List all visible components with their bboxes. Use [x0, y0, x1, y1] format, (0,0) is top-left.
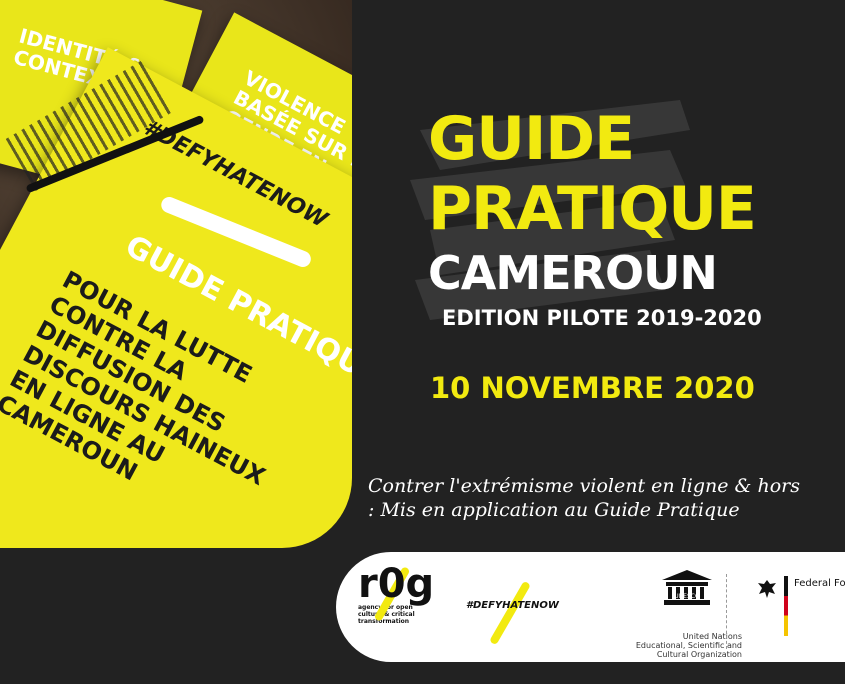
- partner-logos-strip: r0g agency for open culture & critical t…: [336, 552, 845, 662]
- edition-label: EDITION PILOTE 2019-2020: [442, 306, 762, 330]
- divider: [726, 574, 728, 649]
- headline-cameroun: CAMEROUN: [428, 246, 718, 300]
- r0g-logo: r0g agency for open culture & critical t…: [358, 561, 435, 625]
- headline-guide: GUIDE: [428, 104, 635, 174]
- svg-text:UNESCO: UNESCO: [674, 593, 700, 600]
- event-banner: IDENTITÉ & CONTEXTE VIOLENCE BASÉE SUR L…: [0, 0, 845, 684]
- tagline-line-1: Contrer l'extrémisme violent en ligne & …: [368, 475, 800, 497]
- german-federal-logo: Federal For: [756, 576, 845, 646]
- event-date: 10 NOVEMBRE 2020: [430, 371, 755, 405]
- tagline: Contrer l'extrémisme violent en ligne & …: [368, 474, 845, 522]
- tagline-line-2: : Mis en application au Guide Pratique: [368, 499, 740, 521]
- headline-pratique: PRATIQUE: [428, 174, 757, 244]
- defyhatenow-logo: #DEFYHATENOW: [466, 572, 559, 652]
- unesco-temple-icon: UNESCO: [662, 570, 712, 605]
- federal-eagle-icon: [758, 580, 776, 598]
- booklets-photo: IDENTITÉ & CONTEXTE VIOLENCE BASÉE SUR L…: [0, 0, 352, 548]
- german-flag-icon: [784, 576, 788, 636]
